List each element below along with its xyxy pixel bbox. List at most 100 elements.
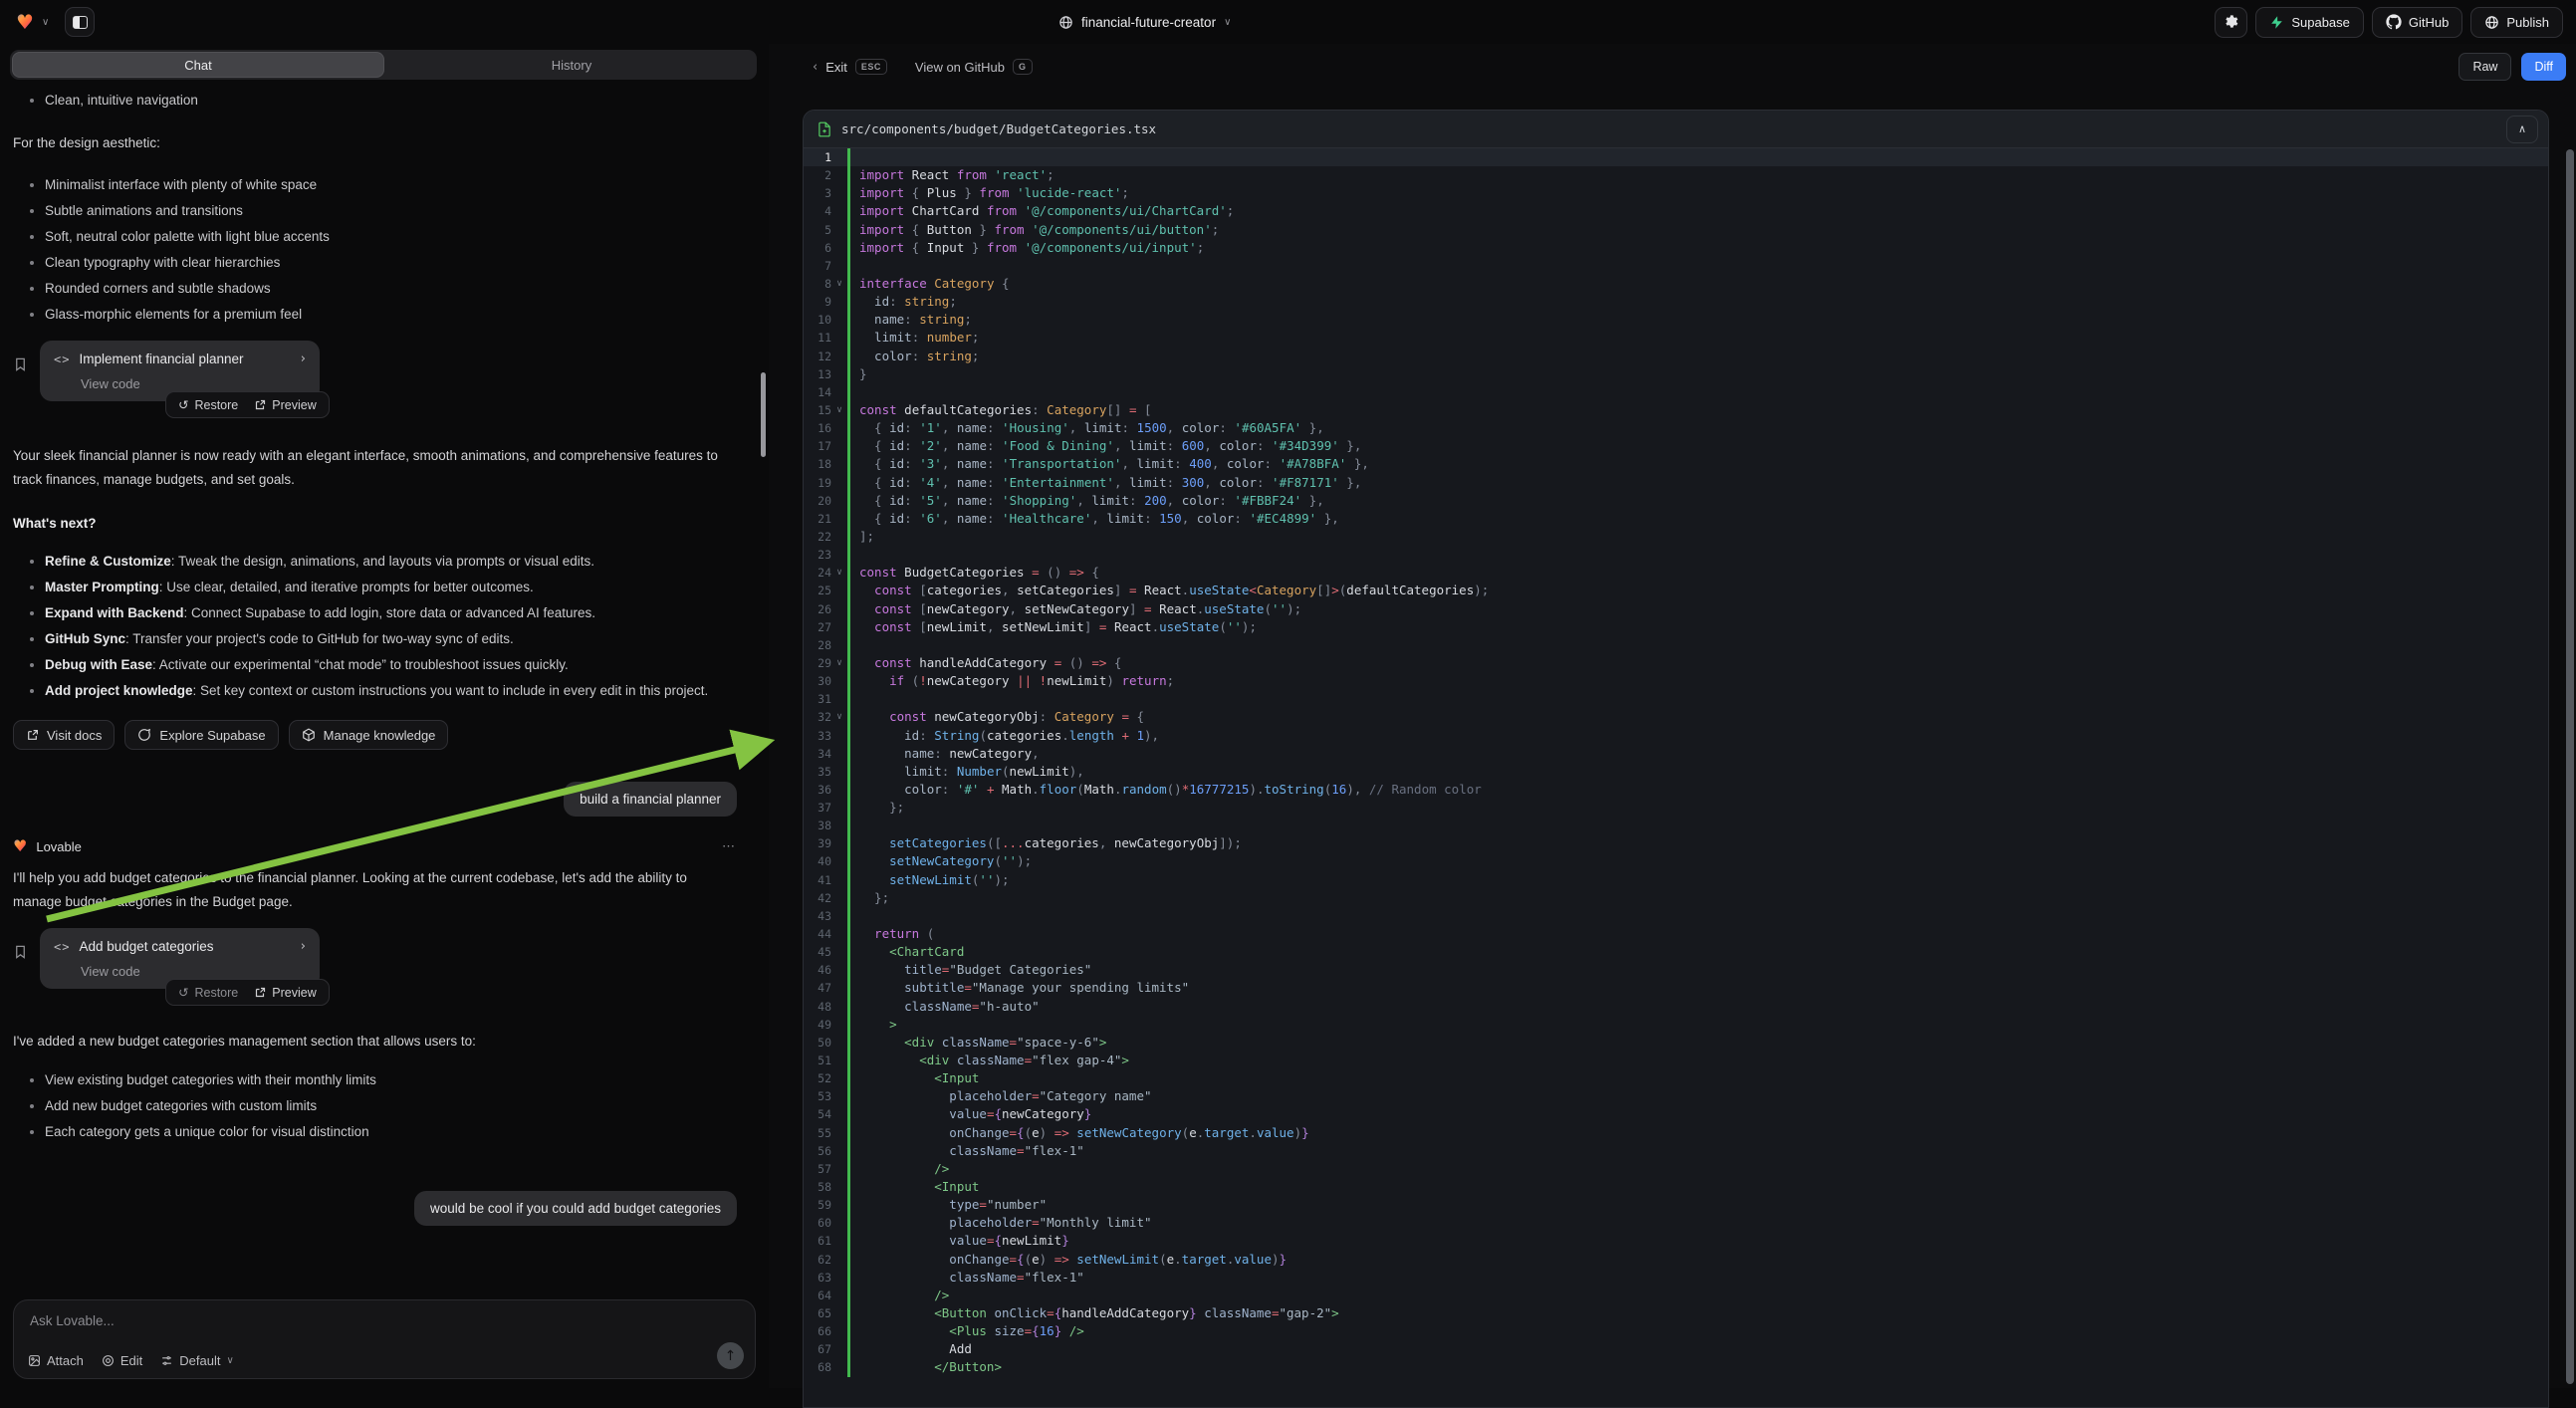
tab-chat[interactable]: Chat [12, 52, 384, 78]
sidebar-toggle-button[interactable] [65, 7, 95, 37]
line-number-gutter[interactable]: 33 [804, 727, 847, 745]
line-number-gutter[interactable]: 50 [804, 1034, 847, 1052]
model-selector[interactable]: Default ∨ [160, 1353, 234, 1368]
line-number-gutter[interactable]: 57 [804, 1160, 847, 1178]
line-number-gutter[interactable]: 22 [804, 528, 847, 546]
line-number-gutter[interactable]: 52 [804, 1069, 847, 1087]
line-number-gutter[interactable]: 37 [804, 799, 847, 817]
view-code-link[interactable]: View code [81, 964, 306, 979]
line-number-gutter[interactable]: 49 [804, 1016, 847, 1034]
line-number-gutter[interactable]: 43 [804, 907, 847, 925]
line-number-gutter[interactable]: 47 [804, 979, 847, 997]
line-number-gutter[interactable]: 16 [804, 419, 847, 437]
collapse-file-button[interactable]: ∧ [2506, 116, 2538, 143]
diff-toggle-button[interactable]: Diff [2521, 53, 2566, 81]
line-number-gutter[interactable]: 39 [804, 834, 847, 852]
line-number-gutter[interactable]: 26 [804, 600, 847, 618]
line-number-gutter[interactable]: 51 [804, 1052, 847, 1069]
line-number-gutter[interactable]: 56 [804, 1142, 847, 1160]
preview-button[interactable]: Preview [254, 398, 316, 412]
line-number-gutter[interactable]: 64 [804, 1287, 847, 1304]
line-number-gutter[interactable]: 27 [804, 618, 847, 636]
line-number-gutter[interactable]: 28 [804, 636, 847, 654]
line-number-gutter[interactable]: 24∨ [804, 564, 847, 582]
line-number-gutter[interactable]: 15∨ [804, 401, 847, 419]
line-number-gutter[interactable]: 32∨ [804, 708, 847, 726]
line-number-gutter[interactable]: 38 [804, 817, 847, 834]
line-number-gutter[interactable]: 62 [804, 1251, 847, 1269]
line-number-gutter[interactable]: 66 [804, 1322, 847, 1340]
line-number-gutter[interactable]: 67 [804, 1340, 847, 1358]
line-number-gutter[interactable]: 61 [804, 1232, 847, 1250]
line-number-gutter[interactable]: 58 [804, 1178, 847, 1196]
fold-chevron-icon[interactable]: ∨ [831, 401, 847, 419]
fold-chevron-icon[interactable]: ∨ [831, 708, 847, 726]
line-number-gutter[interactable]: 3 [804, 184, 847, 202]
line-number-gutter[interactable]: 14 [804, 383, 847, 401]
line-number-gutter[interactable]: 21 [804, 510, 847, 528]
line-number-gutter[interactable]: 23 [804, 546, 847, 564]
line-number-gutter[interactable]: 59 [804, 1196, 847, 1214]
manage-knowledge-button[interactable]: Manage knowledge [289, 720, 449, 750]
chat-input-box[interactable]: Ask Lovable... Attach Edit Default ∨ ↑ [13, 1299, 756, 1379]
line-number-gutter[interactable]: 25 [804, 582, 847, 599]
view-on-github-button[interactable]: View on GitHub G [915, 59, 1033, 75]
preview-button[interactable]: Preview [254, 986, 316, 1000]
line-number-gutter[interactable]: 36 [804, 781, 847, 799]
logo-chevron-down-icon[interactable]: ∨ [42, 17, 49, 28]
line-number-gutter[interactable]: 35 [804, 763, 847, 781]
line-number-gutter[interactable]: 41 [804, 871, 847, 889]
line-number-gutter[interactable]: 63 [804, 1269, 847, 1287]
send-button[interactable]: ↑ [717, 1342, 744, 1369]
raw-toggle-button[interactable]: Raw [2459, 53, 2511, 81]
visit-docs-button[interactable]: Visit docs [13, 720, 115, 750]
lovable-logo-icon[interactable]: ♥ [16, 12, 34, 32]
line-number-gutter[interactable]: 9 [804, 293, 847, 311]
line-number-gutter[interactable]: 8∨ [804, 275, 847, 293]
line-number-gutter[interactable]: 65 [804, 1304, 847, 1322]
bookmark-icon[interactable] [13, 356, 28, 375]
file-header[interactable]: src/components/budget/BudgetCategories.t… [804, 111, 2548, 148]
attach-button[interactable]: Attach [28, 1353, 84, 1368]
line-number-gutter[interactable]: 2 [804, 166, 847, 184]
line-number-gutter[interactable]: 10 [804, 311, 847, 329]
line-number-gutter[interactable]: 54 [804, 1105, 847, 1123]
line-number-gutter[interactable]: 5 [804, 221, 847, 239]
fold-chevron-icon[interactable]: ∨ [831, 654, 847, 672]
publish-button[interactable]: Publish [2470, 7, 2563, 38]
exit-button[interactable]: ‹ Exit ESC [813, 59, 887, 75]
line-number-gutter[interactable]: 17 [804, 437, 847, 455]
line-number-gutter[interactable]: 11 [804, 329, 847, 347]
line-number-gutter[interactable]: 46 [804, 961, 847, 979]
line-number-gutter[interactable]: 34 [804, 745, 847, 763]
code-editor[interactable]: 1 2import React from 'react';3import { P… [804, 148, 2548, 1407]
github-button[interactable]: GitHub [2372, 7, 2462, 38]
line-number-gutter[interactable]: 40 [804, 852, 847, 870]
restore-button[interactable]: ↺Restore [178, 985, 238, 1000]
view-code-link[interactable]: View code [81, 376, 306, 391]
line-number-gutter[interactable]: 1 [804, 148, 847, 166]
chat-scrollbar-thumb[interactable] [761, 372, 766, 457]
project-switcher[interactable]: financial-future-creator ∨ [1058, 0, 1231, 44]
line-number-gutter[interactable]: 20 [804, 492, 847, 510]
chat-scroll-area[interactable]: Clean, intuitive navigation For the desi… [0, 82, 755, 1292]
bookmark-icon[interactable] [13, 944, 28, 963]
line-number-gutter[interactable]: 7 [804, 257, 847, 275]
message-menu-button[interactable]: ⋯ [722, 838, 737, 854]
line-number-gutter[interactable]: 30 [804, 672, 847, 690]
settings-button[interactable] [2215, 7, 2247, 38]
line-number-gutter[interactable]: 53 [804, 1087, 847, 1105]
line-number-gutter[interactable]: 29∨ [804, 654, 847, 672]
line-number-gutter[interactable]: 12 [804, 348, 847, 365]
line-number-gutter[interactable]: 19 [804, 474, 847, 492]
fold-chevron-icon[interactable]: ∨ [831, 564, 847, 582]
edit-button[interactable]: Edit [102, 1353, 142, 1368]
line-number-gutter[interactable]: 18 [804, 455, 847, 473]
window-scrollbar-thumb[interactable] [2566, 149, 2574, 1384]
tab-history[interactable]: History [386, 50, 757, 80]
line-number-gutter[interactable]: 31 [804, 690, 847, 708]
line-number-gutter[interactable]: 68 [804, 1358, 847, 1376]
restore-button[interactable]: ↺Restore [178, 397, 238, 412]
explore-supabase-button[interactable]: Explore Supabase [124, 720, 278, 750]
fold-chevron-icon[interactable]: ∨ [831, 275, 847, 293]
